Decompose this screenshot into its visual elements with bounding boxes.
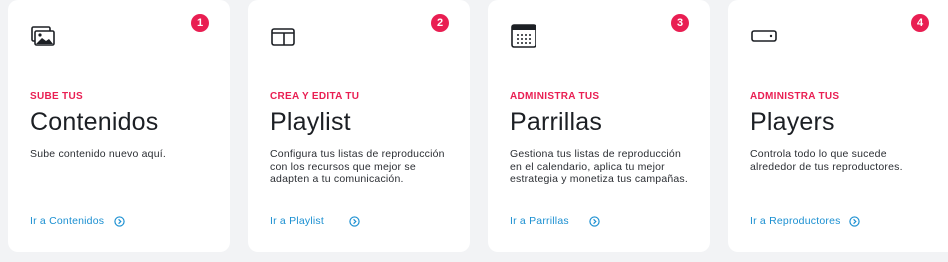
card-description: Controla todo lo que sucede alrededor de… <box>750 148 903 173</box>
card-description: Sube contenido nuevo aquí. <box>30 148 166 160</box>
card-kicker: CREA Y EDITA TU <box>270 91 360 102</box>
card-players: 4 ADMINISTRA TUS Players Controla todo l… <box>728 0 948 252</box>
card-title: Parrillas <box>510 108 603 136</box>
player-device-icon <box>750 24 777 48</box>
card-kicker: ADMINISTRA TUS <box>510 91 600 102</box>
card-description: Configura tus listas de reproducción con… <box>270 148 445 185</box>
arrow-circle-right-icon <box>848 215 860 227</box>
step-badge: 1 <box>191 14 209 32</box>
link-label: Ir a Playlist <box>270 215 324 227</box>
card-playlist: 2 CREA Y EDITA TU Playlist Configura tus… <box>248 0 470 252</box>
go-to-playlist-link[interactable]: Ir a Playlist <box>270 215 360 227</box>
step-badge: 3 <box>671 14 689 32</box>
arrow-circle-right-icon <box>114 215 125 227</box>
card-parrillas: 3 ADMINISTRA TUS Parrillas Gestiona tus … <box>488 0 710 252</box>
card-title: Playlist <box>270 108 351 136</box>
layout-icon <box>270 24 296 48</box>
link-label: Ir a Reproductores <box>750 215 841 227</box>
image-gallery-icon <box>30 24 56 48</box>
card-contenidos: 1 SUBE TUS Contenidos Sube contenido nue… <box>8 0 230 252</box>
go-to-reproductores-link[interactable]: Ir a Reproductores <box>750 215 860 227</box>
card-description: Gestiona tus listas de reproducción en e… <box>510 148 689 185</box>
arrow-circle-right-icon <box>589 215 600 227</box>
step-badge: 2 <box>431 14 449 32</box>
go-to-parrillas-link[interactable]: Ir a Parrillas <box>510 215 600 227</box>
card-title: Players <box>750 108 835 136</box>
card-kicker: SUBE TUS <box>30 91 83 102</box>
card-title: Contenidos <box>30 108 159 136</box>
link-label: Ir a Parrillas <box>510 215 569 227</box>
link-label: Ir a Contenidos <box>30 215 105 227</box>
go-to-contenidos-link[interactable]: Ir a Contenidos <box>30 215 125 227</box>
calendar-icon <box>510 24 537 48</box>
step-badge: 4 <box>911 14 929 32</box>
card-kicker: ADMINISTRA TUS <box>750 91 840 102</box>
arrow-circle-right-icon <box>349 215 360 227</box>
